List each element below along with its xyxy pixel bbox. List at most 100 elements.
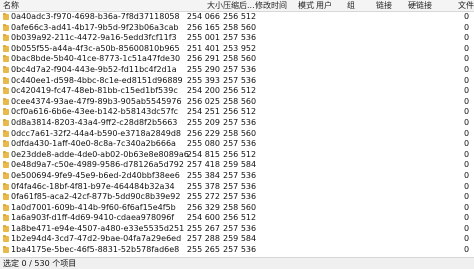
folder-icon <box>3 44 9 52</box>
row-name: 0bc4d7a2-f904-443e-9b52-fd11bc4f2d1a <box>11 64 177 74</box>
table-row[interactable]: 0f4fa46c-18bf-4f81-b97e-464484b32a34 255 … <box>0 182 474 193</box>
table-row[interactable]: 0b055f55-a44a-4f3c-a50b-85600810b965 251 … <box>0 44 474 55</box>
row-files: 0 <box>464 22 470 32</box>
table-row[interactable]: 0bc4d7a2-f904-443e-9b52-fd11bc4f2d1a 255 … <box>0 65 474 76</box>
table-row[interactable]: 0cf0a616-6b6e-43ee-b142-b58143dc57fc 254 … <box>0 107 474 118</box>
folder-icon <box>3 171 9 179</box>
column-files[interactable]: 文件 <box>458 1 474 10</box>
row-packed-size: 256 512 <box>223 86 257 96</box>
table-row[interactable]: 0a40adc3-f970-4698-b36a-7f8d37118058 254 … <box>0 12 474 23</box>
table-row[interactable]: 0b039a92-211c-4472-9a16-5edd3fcf11f3 255 … <box>0 33 474 44</box>
row-packed-size: 257 536 <box>223 181 257 191</box>
row-packed-size: 257 536 <box>223 139 257 149</box>
row-size: 255 393 <box>186 75 220 85</box>
folder-icon <box>3 97 9 105</box>
row-files: 0 <box>464 245 470 255</box>
folder-icon <box>3 224 9 232</box>
row-files: 0 <box>464 64 470 74</box>
row-packed-size: 257 536 <box>223 75 257 85</box>
row-files: 0 <box>464 75 470 85</box>
table-row[interactable]: 0cee4374-93ae-47f9-89b3-905ab5545976 256 … <box>0 97 474 108</box>
row-size: 255 384 <box>186 170 220 180</box>
file-list: 0a40adc3-f970-4698-b36a-7f8d37118058 254 … <box>0 12 474 266</box>
row-files: 0 <box>464 213 470 223</box>
table-row[interactable]: 0c440ee1-d598-4bbc-8c1e-ed8151d96889 255 … <box>0 76 474 87</box>
folder-icon <box>3 76 9 84</box>
row-size: 255 378 <box>186 181 220 191</box>
row-name: 0e48d9a7-c50e-4989-9586-d78126a5d792 <box>11 160 184 170</box>
row-name: 0a40adc3-f970-4698-b36a-7f8d37118058 <box>11 12 180 21</box>
folder-icon <box>3 87 9 95</box>
table-row[interactable]: 0fa61f85-aca2-42cf-877b-5dd90c8b39e92 255… <box>0 192 474 203</box>
row-size: 255 265 <box>186 245 220 255</box>
row-files: 0 <box>464 192 470 202</box>
row-name: 0e500694-9fe9-45e9-b6ed-2d40bbf38ee6 <box>11 170 180 180</box>
row-packed-size: 257 536 <box>223 64 257 74</box>
row-name: 1ba4175e-5bec-46f5-8831-52b578fad6e8 <box>11 245 180 255</box>
column-size[interactable]: 大小 <box>207 1 223 10</box>
folder-icon <box>3 108 9 116</box>
row-size: 254 066 <box>186 12 220 21</box>
column-modified[interactable]: 修改时间 <box>255 1 287 10</box>
row-name: 0b039a92-211c-4472-9a16-5edd3fcf11f3 <box>11 33 177 43</box>
table-row[interactable]: 1a8be471-e94e-4507-a480-e33e5535d251 255 … <box>0 224 474 235</box>
row-files: 0 <box>464 128 470 138</box>
table-row[interactable]: 0d8a3814-8203-43a4-9ff2-c28d8f2b5663 255 … <box>0 118 474 129</box>
row-size: 255 001 <box>186 33 220 43</box>
column-name[interactable]: 名称 <box>3 1 19 10</box>
row-files: 0 <box>464 12 470 21</box>
row-packed-size: 258 560 <box>223 54 257 64</box>
row-size: 257 418 <box>186 160 220 170</box>
row-packed-size: 258 560 <box>223 96 257 106</box>
row-size: 254 251 <box>186 107 220 117</box>
row-name: 1b2e94d4-3cd7-47d2-9bae-04fa7a29e6ed <box>11 234 182 244</box>
table-row[interactable]: 0dfda430-1aff-40e0-8c8a-7c340a2b666a 255 … <box>0 139 474 150</box>
row-packed-size: 258 560 <box>223 202 257 212</box>
folder-icon <box>3 118 9 126</box>
row-files: 0 <box>464 86 470 96</box>
table-row[interactable]: 1b2e94d4-3cd7-47d2-9bae-04fa7a29e6ed 257 … <box>0 234 474 245</box>
row-packed-size: 256 512 <box>223 213 257 223</box>
row-packed-size: 253 952 <box>223 43 257 53</box>
row-size: 256 291 <box>186 54 220 64</box>
table-row[interactable]: 0e23dde8-adde-4de0-ab02-0b63e8e8089a6 254… <box>0 150 474 161</box>
folder-icon <box>3 34 9 42</box>
row-name: 0fa61f85-aca2-42cf-877b-5dd90c8b39e92 <box>11 192 181 202</box>
status-text: 选定 0 / 530 个项目 <box>3 259 77 268</box>
folder-icon <box>3 150 9 158</box>
table-row[interactable]: 1ba4175e-5bec-46f5-8831-52b578fad6e8 255 … <box>0 245 474 256</box>
row-files: 0 <box>464 107 470 117</box>
table-row[interactable]: 0afe66c3-ad41-4b17-9b5d-9f23b06a3cab 256 … <box>0 23 474 34</box>
row-size: 256 229 <box>186 128 220 138</box>
table-row[interactable]: 0e500694-9fe9-45e9-b6ed-2d40bbf38ee6 255 … <box>0 171 474 182</box>
column-group[interactable]: 组 <box>347 1 355 10</box>
row-files: 0 <box>464 234 470 244</box>
column-hardlink[interactable]: 硬链接 <box>408 1 432 10</box>
table-row[interactable]: 0bac8bde-5b40-41ce-8773-1c51a47fde30 256 … <box>0 54 474 65</box>
status-bar: 选定 0 / 530 个项目 <box>0 257 474 269</box>
folder-icon <box>3 23 9 31</box>
table-row[interactable]: 1a6a903f-d1ff-4d69-9410-cdaea978096f 254 … <box>0 213 474 224</box>
row-size: 254 600 <box>186 213 220 223</box>
column-user[interactable]: 用户 <box>316 1 332 10</box>
row-name: 0dcc7a61-32f2-44a4-b590-e3718a2849d8 <box>11 128 181 138</box>
row-name: 0b055f55-a44a-4f3c-a50b-85600810b965 <box>11 43 180 53</box>
row-files: 0 <box>464 202 470 212</box>
table-row[interactable]: 0dcc7a61-32f2-44a4-b590-e3718a2849d8 256 … <box>0 129 474 140</box>
table-row[interactable]: 0c420419-fc47-48eb-81bb-c15ed1bf539c 254 … <box>0 86 474 97</box>
row-files: 0 <box>464 223 470 233</box>
row-size: 254 200 <box>186 86 220 96</box>
row-files: 0 <box>464 33 470 43</box>
row-size: 251 401 <box>186 43 220 53</box>
table-row[interactable]: 1a0d7001-609b-414b-9f60-6f6af15e4f5b 256 … <box>0 203 474 214</box>
row-name: 0c440ee1-d598-4bbc-8c1e-ed8151d96889 <box>11 75 183 85</box>
row-packed-size: 257 536 <box>223 192 257 202</box>
row-name: 1a8be471-e94e-4507-a480-e33e5535d251 <box>11 223 185 233</box>
column-mode[interactable]: 模式 <box>298 1 314 10</box>
folder-icon <box>3 203 9 211</box>
table-row[interactable]: 0e48d9a7-c50e-4989-9586-d78126a5d792 257 … <box>0 160 474 171</box>
row-name: 0d8a3814-8203-43a4-9ff2-c28d8f2b5663 <box>11 117 178 127</box>
column-packed[interactable]: 压缩后... <box>223 1 255 10</box>
folder-icon <box>3 246 9 254</box>
column-link[interactable]: 链接 <box>376 1 392 10</box>
